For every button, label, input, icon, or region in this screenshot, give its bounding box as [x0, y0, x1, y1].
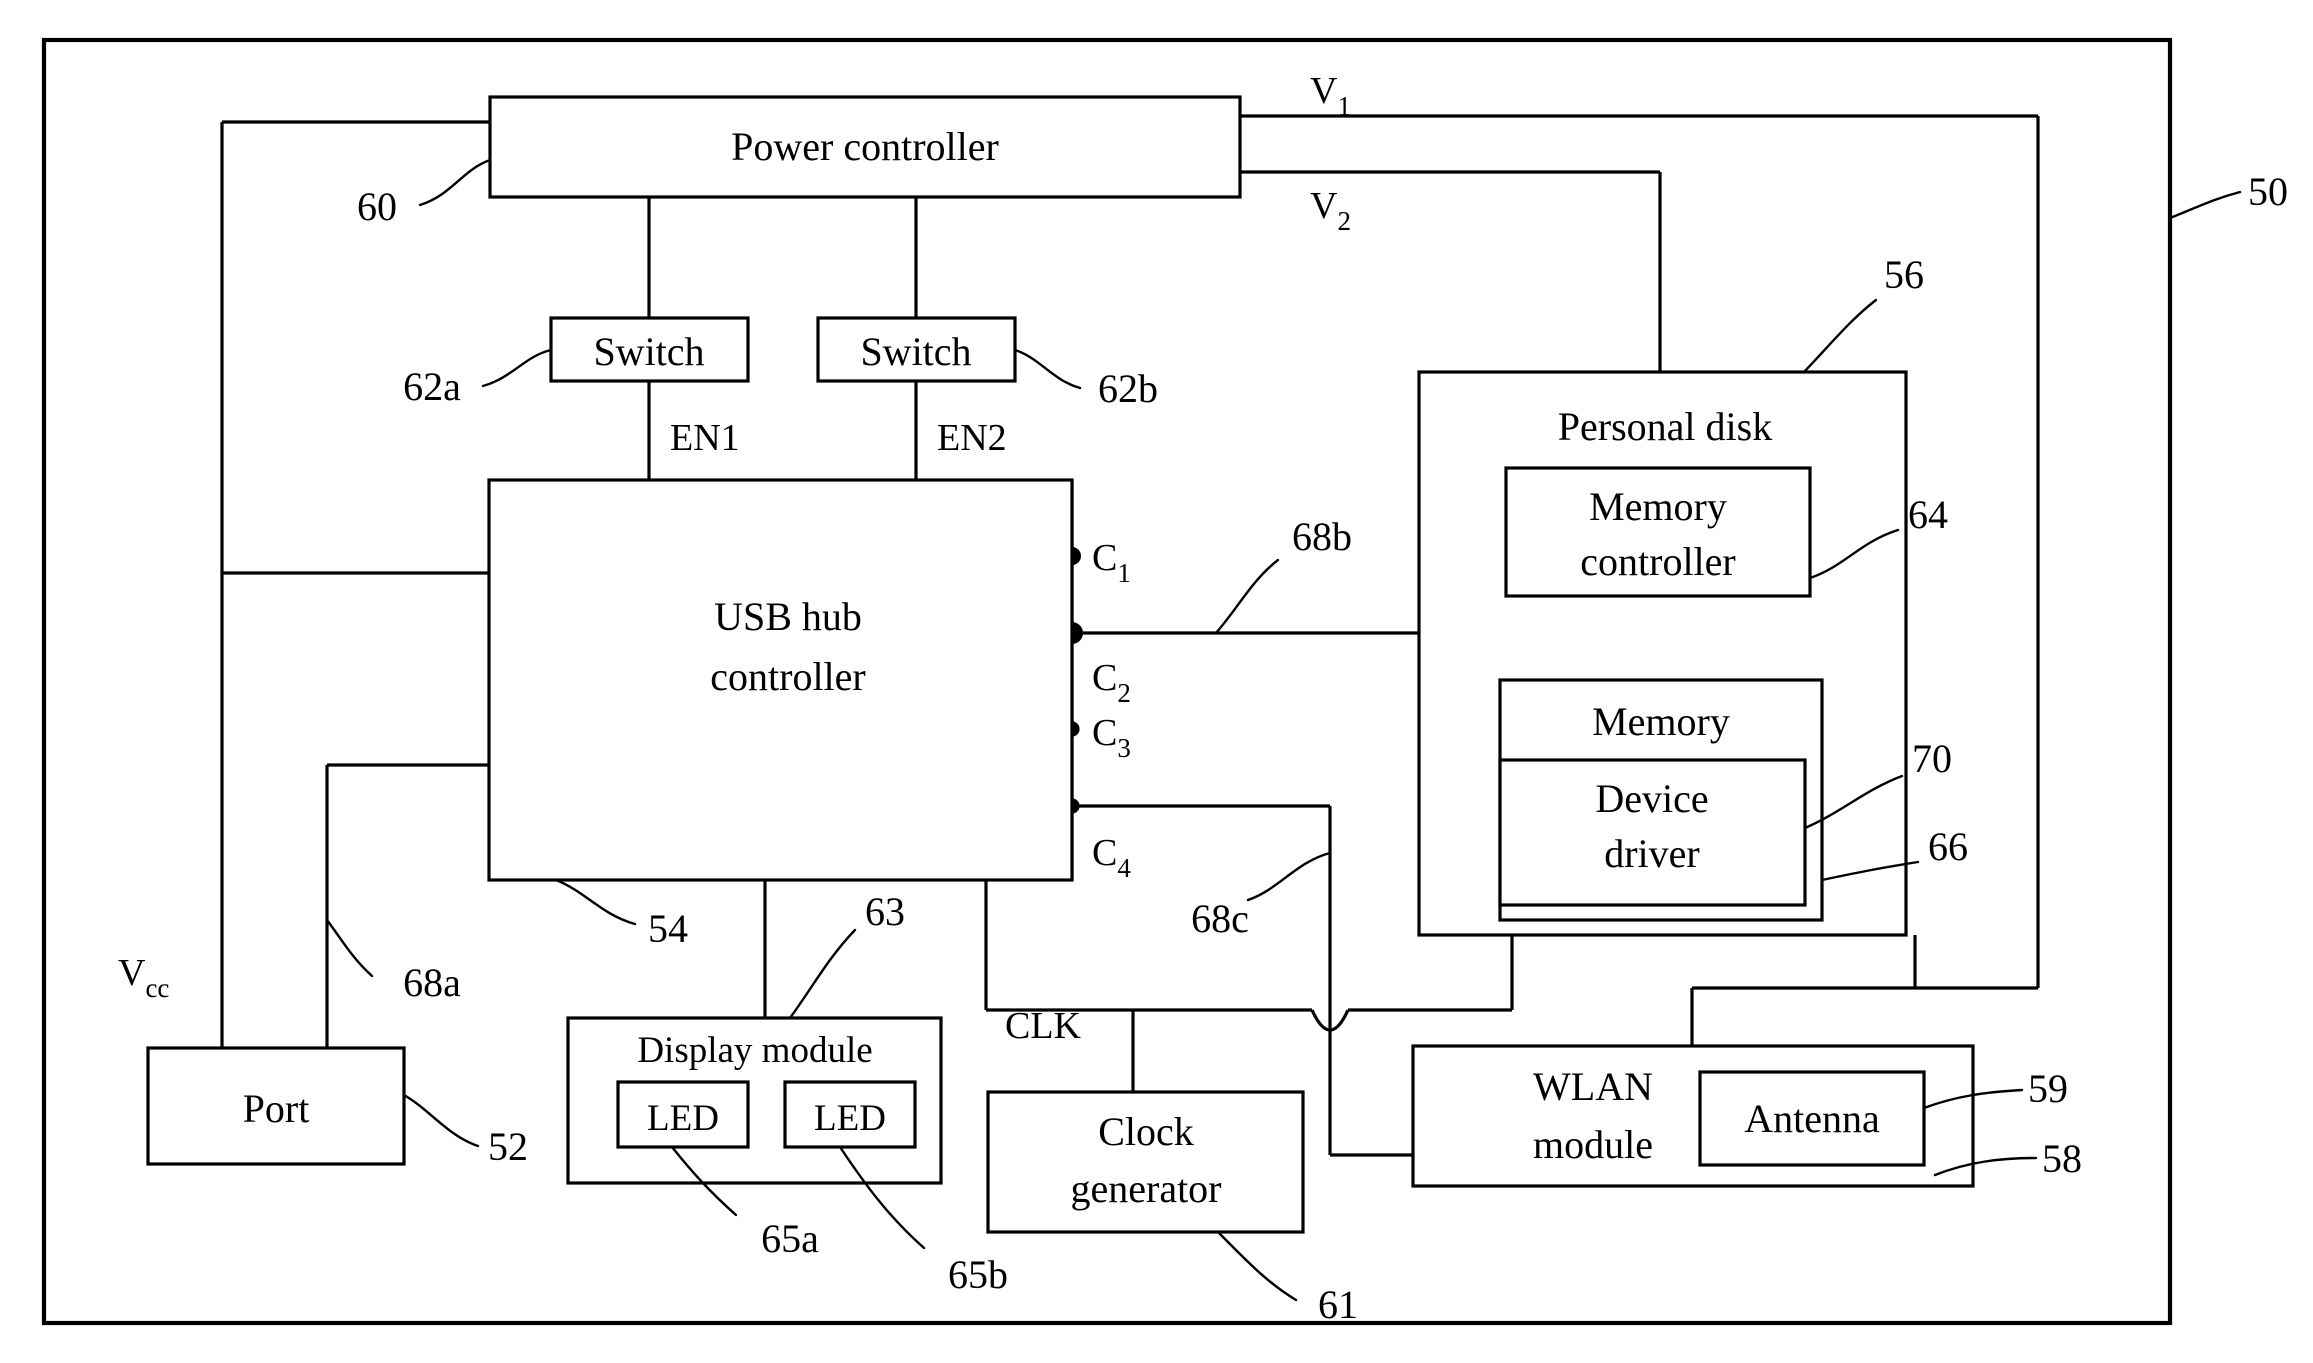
ref-56: 56 [1884, 252, 1924, 297]
leader-68b [1214, 558, 1280, 635]
antenna-label: Antenna [1744, 1096, 1880, 1141]
ref-62b: 62b [1098, 366, 1158, 411]
ref-59: 59 [2028, 1066, 2068, 1111]
ref-65a: 65a [761, 1216, 819, 1261]
block-switch-b[interactable]: Switch [816, 316, 1017, 383]
block-memory[interactable]: Memory Device driver [1498, 678, 1824, 922]
connection-point-labels: C1 C2 C3 C4 [1092, 537, 1131, 883]
label-c2: C2 [1092, 657, 1131, 708]
ref-68c: 68c [1191, 896, 1249, 941]
block-antenna[interactable]: Antenna [1698, 1070, 1926, 1167]
block-diagram-canvas: Power controller Switch Switch USB hub c… [41, 37, 2288, 1327]
switch-a-label: Switch [593, 329, 704, 374]
signal-en1: EN1 [670, 417, 740, 459]
block-memory-controller[interactable]: Memory controller [1504, 466, 1812, 598]
ref-54: 54 [648, 906, 688, 951]
patent-figure: Power controller Switch Switch USB hub c… [0, 0, 2313, 1363]
device-driver-label-line2: driver [1604, 831, 1700, 876]
signal-v2: V2 [1310, 185, 1351, 236]
signal-clk: CLK [1005, 1005, 1082, 1047]
block-personal-disk[interactable]: Personal disk Memory controller Memory D… [1417, 370, 1908, 937]
block-display-module[interactable]: Display module LED LED [566, 1016, 943, 1185]
leader-52 [402, 1093, 480, 1148]
wlan-module-label-line2: module [1533, 1122, 1653, 1167]
ref-68b: 68b [1292, 514, 1352, 559]
ref-70: 70 [1912, 736, 1952, 781]
label-c3: C3 [1092, 712, 1131, 763]
ref-60: 60 [357, 184, 397, 229]
block-led-b[interactable]: LED [783, 1080, 917, 1149]
ref-52: 52 [488, 1124, 528, 1169]
ref-65b: 65b [948, 1252, 1008, 1297]
ref-66: 66 [1928, 824, 1968, 869]
leader-68a [325, 918, 374, 978]
block-device-driver[interactable]: Device driver [1498, 758, 1807, 907]
switch-b-label: Switch [860, 329, 971, 374]
power-controller-label: Power controller [731, 124, 999, 169]
memory-label: Memory [1592, 699, 1730, 744]
leader-61 [1216, 1230, 1298, 1302]
label-c1: C1 [1092, 537, 1131, 588]
personal-disk-label: Personal disk [1558, 404, 1772, 449]
signal-v1: V1 [1310, 70, 1351, 121]
leader-62a [481, 348, 553, 388]
block-led-a[interactable]: LED [616, 1080, 750, 1149]
block-switch-a[interactable]: Switch [549, 316, 750, 383]
ref-61: 61 [1318, 1282, 1358, 1327]
clock-generator-label-line2: generator [1070, 1166, 1221, 1211]
block-usb-hub-controller[interactable]: USB hub controller [487, 478, 1074, 882]
block-wlan-module[interactable]: WLAN module Antenna [1411, 1044, 1975, 1188]
device-driver-label-line1: Device [1595, 776, 1708, 821]
leader-56 [1802, 298, 1878, 374]
ref-68a: 68a [403, 960, 461, 1005]
clock-generator-label-line1: Clock [1098, 1109, 1194, 1154]
ref-63: 63 [865, 889, 905, 934]
block-port[interactable]: Port [146, 1046, 406, 1166]
ref-58: 58 [2042, 1136, 2082, 1181]
usb-hub-controller-label-line1: USB hub [714, 594, 862, 639]
block-power-controller[interactable]: Power controller [488, 95, 1242, 199]
memory-controller-label-line1: Memory [1589, 484, 1727, 529]
led-b-label: LED [814, 1098, 886, 1139]
display-module-label: Display module [637, 1030, 872, 1071]
leader-54 [554, 878, 637, 926]
leader-62b [1013, 348, 1082, 390]
ref-62a: 62a [403, 364, 461, 409]
signal-vcc: Vcc [118, 952, 169, 1003]
leader-68c [1246, 851, 1332, 902]
led-a-label: LED [647, 1098, 719, 1139]
leader-63 [788, 928, 857, 1020]
memory-controller-label-line2: controller [1580, 539, 1736, 584]
label-c4: C4 [1092, 832, 1131, 883]
usb-hub-controller-label-line2: controller [710, 654, 866, 699]
block-clock-generator[interactable]: Clock generator [986, 1090, 1305, 1234]
port-label: Port [243, 1086, 310, 1131]
signal-en2: EN2 [937, 417, 1007, 459]
ref-64: 64 [1908, 492, 1948, 537]
wlan-module-label-line1: WLAN [1533, 1064, 1653, 1109]
leader-60 [418, 158, 492, 207]
leader-50 [2168, 190, 2242, 220]
ref-50: 50 [2248, 169, 2288, 214]
